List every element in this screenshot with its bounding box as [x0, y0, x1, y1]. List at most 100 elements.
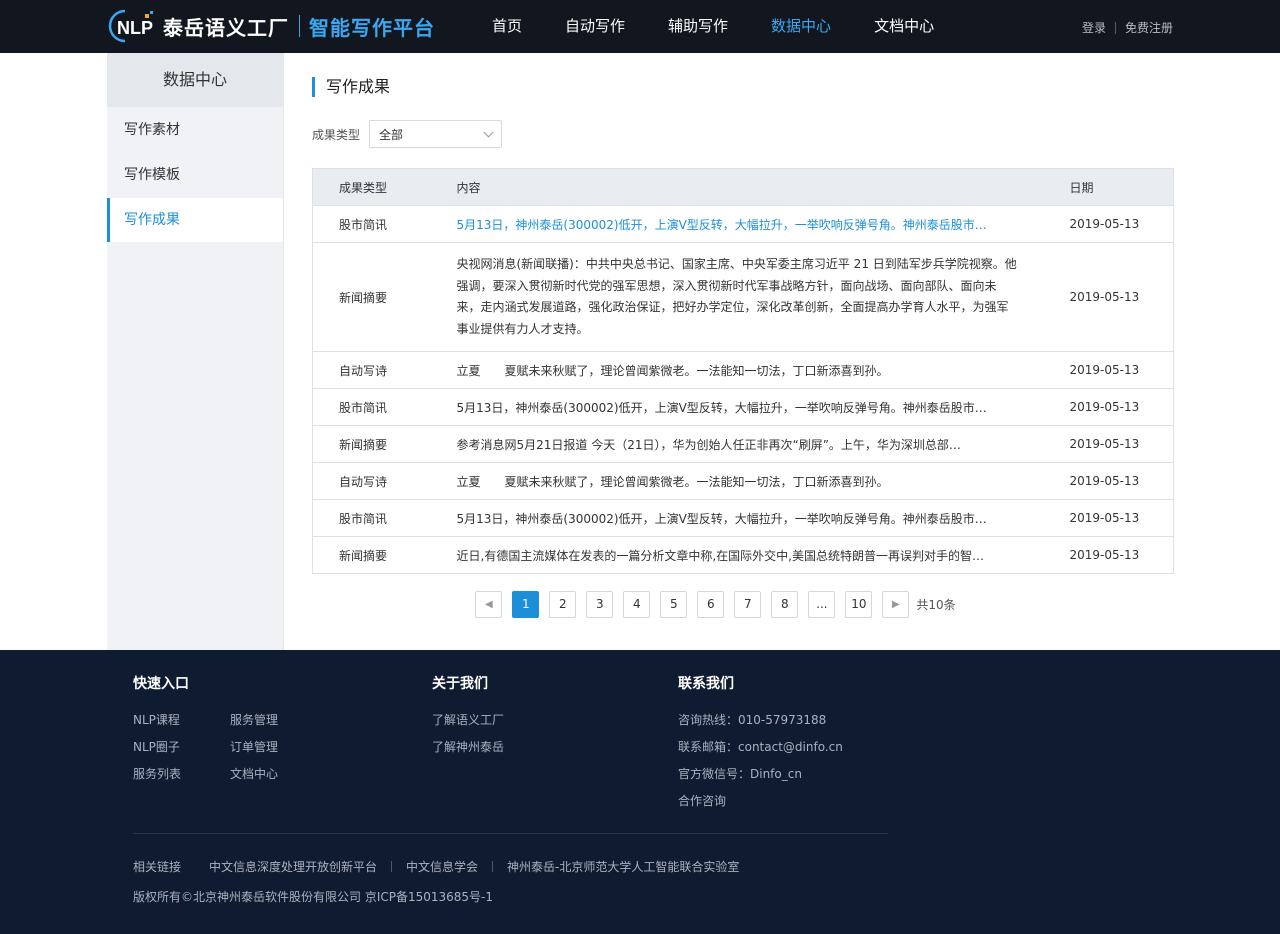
footer-contact: 联系我们 咨询热线：010-57973188 联系邮箱：contact@dinf… — [678, 674, 843, 819]
footer-related-link-3[interactable]: 神州泰岳-北京师范大学人工智能联合实验室 — [507, 858, 739, 875]
logo-subtitle: 智能写作平台 — [309, 15, 435, 40]
row-type: 自动写诗 — [312, 462, 457, 500]
results-table: 成果类型 内容 日期 股市简讯 5月13日，神州泰岳(300002)低开，上演V… — [312, 168, 1174, 574]
row-content: 参考消息网5月21日报道 今天（21日），华为创始人任正非再次“刷屏”。上午，华… — [456, 437, 961, 452]
column-header-content: 内容 — [456, 168, 1070, 206]
nav-item-auto-writing[interactable]: 自动写作 — [565, 0, 625, 53]
prev-page-icon[interactable]: ◀ — [475, 591, 503, 618]
row-content: 立夏 夏赋未来秋赋了，理论曾闻紫微老。一法能知一切法，丁口新添喜到孙。 — [456, 474, 889, 489]
total-count: 共10条 — [916, 598, 956, 612]
footer-link-cooperation[interactable]: 合作咨询 — [678, 792, 843, 810]
footer-about: 关于我们 了解语义工厂 了解神州泰岳 — [432, 674, 504, 765]
row-content: 近日,有德国主流媒体在发表的一篇分析文章中称,在国际外交中,美国总统特朗普一再误… — [456, 548, 984, 563]
page-button-4[interactable]: 4 — [623, 591, 651, 618]
logo-text: 泰岳语义工厂 — [163, 15, 289, 40]
column-header-date: 日期 — [1069, 168, 1174, 206]
footer-contact-wechat: 官方微信号：Dinfo_cn — [678, 767, 802, 781]
sidebar-item-writing-material[interactable]: 写作素材 — [107, 108, 283, 152]
content-panel: 写作成果 成果类型 全部 成果类型 内容 日期 股市简讯 5月13日，神州泰岳(… — [312, 53, 1174, 618]
chevron-down-icon — [483, 127, 494, 137]
site-footer: 快速入口 NLP课程 服务管理 NLP圈子 订单管理 服务列表 文档中心 关于我… — [0, 650, 1280, 934]
page-title: 写作成果 — [312, 77, 1174, 97]
table-row[interactable]: 自动写诗 立夏 夏赋未来秋赋了，理论曾闻紫微老。一法能知一切法，丁口新添喜到孙。… — [312, 462, 1174, 500]
footer-related-label: 相关链接 — [133, 860, 182, 874]
footer-link-nlp-course[interactable]: NLP课程 — [133, 711, 230, 729]
footer-related-link-1[interactable]: 中文信息深度处理开放创新平台 — [209, 858, 377, 875]
nav-item-assisted-writing[interactable]: 辅助写作 — [668, 0, 728, 53]
row-date: 2019-05-13 — [1069, 242, 1174, 352]
table-row[interactable]: 自动写诗 立夏 夏赋未来秋赋了，理论曾闻紫微老。一法能知一切法，丁口新添喜到孙。… — [312, 351, 1174, 389]
page-button-7[interactable]: 7 — [734, 591, 762, 618]
row-type: 股市简讯 — [312, 388, 457, 426]
logo[interactable]: NLP 泰岳语义工厂 智能写作平台 — [107, 8, 435, 44]
footer-link-service-list[interactable]: 服务列表 — [133, 765, 230, 783]
page-button-5[interactable]: 5 — [660, 591, 688, 618]
register-link[interactable]: 免费注册 — [1125, 19, 1173, 36]
row-content-link[interactable]: 5月13日，神州泰岳(300002)低开，上演V型反转，大幅拉升，一举吹响反弹号… — [457, 216, 1020, 233]
row-date: 2019-05-13 — [1069, 462, 1174, 500]
table-row[interactable]: 新闻摘要 央视网消息(新闻联播)：中共中央总书记、国家主席、中央军委主席习近平 … — [312, 242, 1174, 352]
page-button-10[interactable]: 10 — [845, 591, 873, 618]
footer-about-title: 关于我们 — [432, 676, 488, 692]
login-link[interactable]: 登录 — [1082, 19, 1106, 36]
filter-bar: 成果类型 全部 — [312, 120, 1174, 148]
row-type: 股市简讯 — [312, 205, 457, 243]
column-header-type: 成果类型 — [312, 168, 457, 206]
row-date: 2019-05-13 — [1069, 205, 1174, 243]
page-button-3[interactable]: 3 — [586, 591, 614, 618]
row-content: 立夏 夏赋未来秋赋了，理论曾闻紫微老。一法能知一切法，丁口新添喜到孙。 — [456, 363, 889, 378]
table-row[interactable]: 股市简讯 5月13日，神州泰岳(300002)低开，上演V型反转，大幅拉升，一举… — [312, 388, 1174, 426]
footer-related-divider — [391, 861, 393, 872]
footer-copyright: 版权所有©北京神州泰岳软件股份有限公司 京ICP备15013685号-1 — [133, 890, 494, 904]
footer-quick-title: 快速入口 — [133, 676, 189, 692]
footer-related-divider — [492, 861, 494, 872]
footer-link-about-company[interactable]: 了解神州泰岳 — [432, 738, 504, 756]
footer-link-nlp-circle[interactable]: NLP圈子 — [133, 738, 230, 756]
result-type-select[interactable]: 全部 — [369, 120, 503, 148]
filter-label: 成果类型 — [312, 127, 361, 142]
row-date: 2019-05-13 — [1069, 351, 1174, 389]
pagination: ◀ 1 2 3 4 5 6 7 8 ... 10 ▶ 共10条 — [312, 591, 1174, 618]
page-button-2[interactable]: 2 — [549, 591, 577, 618]
footer-link-doc-center[interactable]: 文档中心 — [230, 765, 327, 783]
sidebar-item-writing-results[interactable]: 写作成果 — [107, 198, 283, 242]
next-page-icon[interactable]: ▶ — [882, 591, 910, 618]
footer-divider — [133, 833, 888, 834]
top-header: NLP 泰岳语义工厂 智能写作平台 首页 自动写作 辅助写作 数据中心 文档中心… — [0, 0, 1280, 53]
sidebar-title: 数据中心 — [107, 53, 283, 107]
table-row[interactable]: 股市简讯 5月13日，神州泰岳(300002)低开，上演V型反转，大幅拉升，一举… — [312, 499, 1174, 537]
table-row[interactable]: 新闻摘要 参考消息网5月21日报道 今天（21日），华为创始人任正非再次“刷屏”… — [312, 425, 1174, 463]
footer-quick-entry: 快速入口 NLP课程 服务管理 NLP圈子 订单管理 服务列表 文档中心 — [133, 674, 327, 783]
sidebar-item-writing-template[interactable]: 写作模板 — [107, 153, 283, 197]
row-date: 2019-05-13 — [1069, 536, 1174, 574]
table-row[interactable]: 新闻摘要 近日,有德国主流媒体在发表的一篇分析文章中称,在国际外交中,美国总统特… — [312, 536, 1174, 574]
footer-link-order-mgmt[interactable]: 订单管理 — [230, 738, 327, 756]
page-button-1[interactable]: 1 — [512, 591, 540, 618]
footer-contact-phone: 咨询热线：010-57973188 — [678, 713, 827, 727]
footer-contact-title: 联系我们 — [678, 676, 734, 692]
page-button-8[interactable]: 8 — [771, 591, 799, 618]
row-content: 5月13日，神州泰岳(300002)低开，上演V型反转，大幅拉升，一举吹响反弹号… — [456, 511, 987, 526]
row-content: 央视网消息(新闻联播)：中共中央总书记、国家主席、中央军委主席习近平 21 日到… — [456, 257, 1017, 336]
row-type: 新闻摘要 — [312, 425, 457, 463]
table-row[interactable]: 股市简讯 5月13日，神州泰岳(300002)低开，上演V型反转，大幅拉升，一举… — [312, 205, 1174, 243]
row-type: 股市简讯 — [312, 499, 457, 537]
footer-link-about-factory[interactable]: 了解语义工厂 — [432, 711, 504, 729]
table-header-row: 成果类型 内容 日期 — [312, 168, 1174, 206]
footer-contact-email: 联系邮箱：contact@dinfo.cn — [678, 740, 843, 754]
footer-related-links: 相关链接 中文信息深度处理开放创新平台 中文信息学会 神州泰岳-北京师范大学人工… — [133, 858, 739, 875]
row-date: 2019-05-13 — [1069, 388, 1174, 426]
footer-related-link-2[interactable]: 中文信息学会 — [406, 858, 478, 875]
page-ellipsis[interactable]: ... — [808, 591, 836, 618]
svg-text:NLP: NLP — [117, 18, 153, 38]
nav-item-doc-center[interactable]: 文档中心 — [874, 0, 934, 53]
page-button-6[interactable]: 6 — [697, 591, 725, 618]
row-date: 2019-05-13 — [1069, 499, 1174, 537]
user-links-divider — [1114, 21, 1116, 34]
row-type: 新闻摘要 — [312, 536, 457, 574]
logo-divider — [299, 15, 300, 37]
user-links: 登录 免费注册 — [1082, 19, 1173, 36]
footer-link-service-mgmt[interactable]: 服务管理 — [230, 711, 327, 729]
nav-item-home[interactable]: 首页 — [492, 0, 522, 53]
nav-item-data-center[interactable]: 数据中心 — [771, 0, 831, 53]
